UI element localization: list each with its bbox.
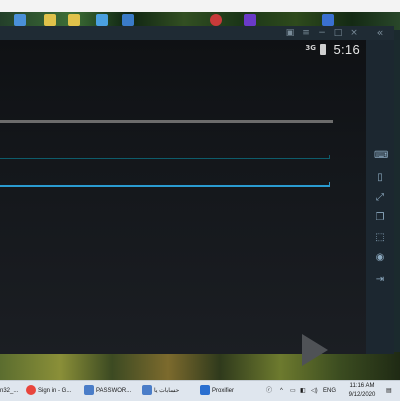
taskbar-item-label: n32_...	[0, 388, 19, 394]
notification-icon[interactable]: ▤	[386, 383, 392, 399]
desktop-icon[interactable]	[44, 14, 56, 26]
taskbar-item-password[interactable]: PASSWOR...	[84, 383, 140, 399]
restore-icon[interactable]: □	[332, 27, 344, 39]
taskbar-item-label: حسابات يا	[154, 388, 180, 394]
clock-date: 9/12/2020	[348, 392, 376, 398]
multi-window-icon[interactable]: ❐	[374, 212, 386, 224]
fullscreen-icon[interactable]: ⤢	[374, 192, 386, 204]
desktop-icon[interactable]	[210, 14, 222, 26]
taskbar-item-label: Sign in - G...	[38, 388, 72, 394]
keyboard-icon[interactable]: ▣	[284, 27, 296, 39]
taskbar-item-chrome[interactable]: Sign in - G...	[26, 383, 82, 399]
input-underline[interactable]	[0, 158, 330, 159]
taskbar-item-accounts[interactable]: حسابات يا	[142, 383, 196, 399]
people-icon[interactable]: ⓡ	[266, 383, 272, 399]
clock-time: 11:16 AM	[349, 383, 375, 389]
exit-icon[interactable]: ⇥	[374, 274, 386, 286]
taskbar-item-proxifier[interactable]: Proxifier	[200, 383, 250, 399]
shake-icon[interactable]: ▯	[374, 172, 386, 184]
keyboard-icon[interactable]: ⌨	[374, 150, 388, 162]
emulator-window: ▣ ≡ − □ × « 3G 5:16 ⌨ ▯ ⤢ ❐ ⬚ ◉ ⇥	[0, 26, 394, 366]
desktop-icon[interactable]	[14, 14, 26, 26]
network-indicator: 3G	[305, 44, 316, 52]
system-clock[interactable]: 11:16 AM 9/12/2020	[342, 382, 382, 400]
windows-taskbar: n32_... Sign in - G... PASSWOR... حسابات…	[0, 380, 400, 401]
desktop-icon[interactable]	[122, 14, 134, 26]
close-icon[interactable]: ×	[348, 27, 360, 39]
proxifier-icon	[200, 385, 210, 396]
input-underline-focused[interactable]	[0, 185, 330, 187]
android-status-bar: 3G 5:16	[0, 40, 366, 60]
volume-icon[interactable]: ◁)	[311, 383, 318, 399]
battery-icon	[320, 44, 326, 55]
display-icon[interactable]: ▭	[290, 383, 296, 399]
desktop-icon[interactable]	[322, 14, 334, 26]
screenshot-icon[interactable]: ⬚	[374, 232, 386, 244]
desktop-icon[interactable]	[244, 14, 256, 26]
desktop-icon[interactable]	[96, 14, 108, 26]
taskbar-item[interactable]: n32_...	[0, 383, 22, 399]
status-time: 5:16	[333, 42, 360, 57]
android-screen[interactable]: 3G 5:16	[0, 40, 366, 366]
input-underline-end	[329, 155, 330, 159]
collapse-sidebar-button[interactable]: «	[374, 27, 386, 39]
desktop-wallpaper-bottom	[0, 352, 400, 380]
chevron-up-icon[interactable]: ^	[280, 383, 283, 399]
taskbar-item-label: PASSWOR...	[96, 388, 132, 394]
document-icon	[142, 385, 152, 396]
document-icon	[84, 385, 94, 396]
input-underline-end	[329, 182, 330, 186]
divider-line	[0, 120, 333, 123]
chrome-icon	[26, 385, 36, 396]
play-icon[interactable]	[302, 334, 328, 366]
emulator-titlebar: ▣ ≡ − □ × «	[0, 26, 394, 40]
taskbar-item-label: Proxifier	[212, 388, 235, 394]
emulator-sidebar: ⌨ ▯ ⤢ ❐ ⬚ ◉ ⇥	[366, 40, 394, 354]
record-icon[interactable]: ◉	[374, 252, 386, 264]
desktop-icon[interactable]	[68, 14, 80, 26]
network-icon[interactable]: ◧	[300, 383, 306, 399]
desktop-top-bar	[0, 0, 400, 12]
menu-icon[interactable]: ≡	[300, 27, 312, 39]
language-indicator[interactable]: ENG	[323, 383, 336, 399]
minimize-icon[interactable]: −	[316, 27, 328, 39]
